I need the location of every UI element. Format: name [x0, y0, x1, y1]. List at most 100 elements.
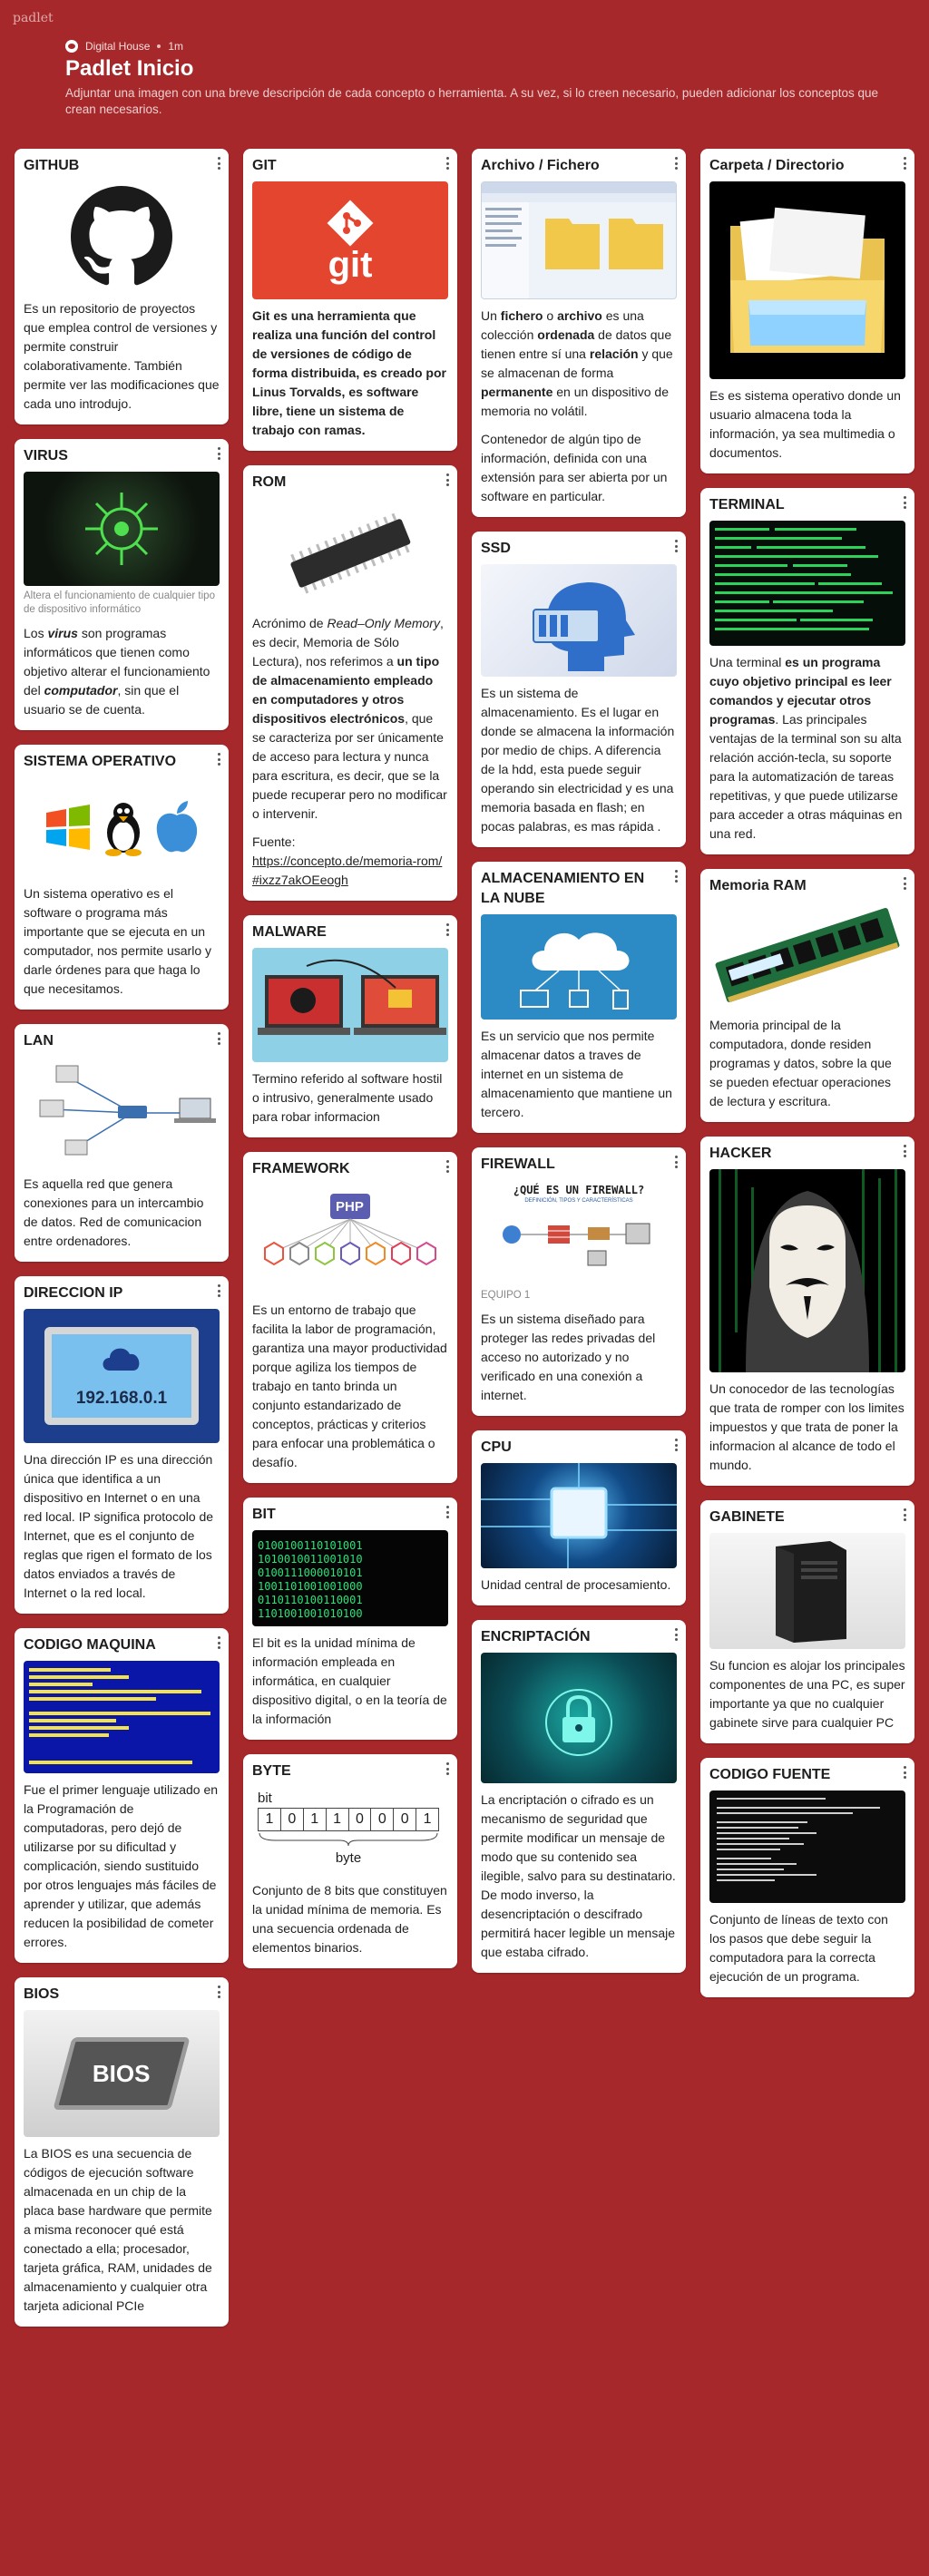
lock-icon — [545, 1689, 612, 1756]
more-options-icon[interactable] — [218, 447, 221, 460]
card-hacker[interactable]: HACKER Un conocedor de las tecnologías q… — [700, 1137, 914, 1486]
bit-cell: 1 — [325, 1809, 348, 1830]
card-framework[interactable]: FRAMEWORK PHP Es un entorno de trabajo q… — [243, 1152, 457, 1483]
author-avatar — [65, 40, 78, 53]
card-gabinete[interactable]: GABINETE Su funcion es alojar los princi… — [700, 1500, 914, 1743]
card-byte[interactable]: BYTE bit 10110001 byte Conjunto de 8 bit… — [243, 1754, 457, 1968]
code-lines-icon — [29, 1668, 210, 1764]
card-malware[interactable]: MALWARE Termino referido al software hos… — [243, 915, 457, 1137]
malware-image — [252, 948, 448, 1062]
card-body: Memoria principal de la computadora, don… — [709, 1018, 892, 1108]
pc-case-image — [709, 1533, 905, 1649]
card-terminal[interactable]: TERMINAL Una terminal es un programa cuy… — [700, 488, 914, 854]
card-ssd[interactable]: SSD Es un sistema de almacenamiento. Es … — [472, 532, 686, 847]
more-options-icon[interactable] — [675, 1439, 679, 1451]
card-codigo-maquina[interactable]: CODIGO MAQUINA Fue el primer lenguaje ut… — [15, 1628, 229, 1963]
more-options-icon[interactable] — [675, 1628, 679, 1641]
more-options-icon[interactable] — [446, 923, 450, 936]
more-options-icon[interactable] — [218, 1986, 221, 1998]
head-ssd-icon — [533, 582, 635, 671]
ssd-image — [481, 564, 677, 677]
card-carpeta-directorio[interactable]: Carpeta / Directorio Es es sistema opera… — [700, 149, 914, 473]
card-git[interactable]: GIT git Git es una herramienta que reali… — [243, 149, 457, 451]
more-options-icon[interactable] — [446, 1160, 450, 1173]
hacker-image — [709, 1169, 905, 1372]
more-options-icon[interactable] — [218, 1636, 221, 1649]
card-title: CODIGO FUENTE — [709, 1767, 831, 1782]
card-cpu[interactable]: CPU Unidad central de procesamiento. — [472, 1430, 686, 1605]
card-body: Git es una herramienta que realiza una f… — [252, 308, 446, 437]
virus-icon — [85, 493, 158, 565]
more-options-icon[interactable] — [218, 157, 221, 170]
more-options-icon[interactable] — [675, 1156, 679, 1168]
more-options-icon[interactable] — [218, 1032, 221, 1045]
more-options-icon[interactable] — [675, 157, 679, 170]
more-options-icon[interactable] — [218, 753, 221, 766]
more-options-icon[interactable] — [446, 473, 450, 486]
bios-chip-label: BIOS — [93, 2059, 151, 2087]
more-options-icon[interactable] — [446, 1506, 450, 1518]
card-title: SISTEMA OPERATIVO — [24, 754, 177, 769]
bit-cell: 1 — [416, 1809, 438, 1830]
ip-laptop-image: 192.168.0.1 — [24, 1309, 220, 1443]
more-options-icon[interactable] — [904, 157, 907, 170]
cloud-devices-icon — [520, 932, 630, 1010]
card-title: LAN — [24, 1033, 54, 1049]
more-options-icon[interactable] — [446, 157, 450, 170]
more-options-icon[interactable] — [218, 1284, 221, 1297]
more-options-icon[interactable] — [904, 1145, 907, 1157]
card-archivo-fichero[interactable]: Archivo / Fichero Un fichero o archivo e… — [472, 149, 686, 517]
file-explorer-image — [481, 181, 677, 299]
card-body: Unidad central de procesamiento. — [481, 1577, 671, 1592]
more-options-icon[interactable] — [904, 1766, 907, 1779]
card-rom[interactable]: ROM Acrónimo de Read–Only Memory, es dec… — [243, 465, 457, 901]
card-body: La BIOS es una secuencia de códigos de e… — [24, 2146, 212, 2313]
card-bios[interactable]: BIOS BIOS La BIOS es una secuencia de có… — [15, 1977, 229, 2327]
card-almacenamiento-nube[interactable]: ALMACENAMIENTO EN LA NUBE Es un servicio… — [472, 862, 686, 1133]
card-body: Conjunto de 8 bits que constituyen la un… — [252, 1883, 447, 1955]
php-label: PHP — [336, 1199, 364, 1215]
card-title: DIRECCION IP — [24, 1285, 123, 1301]
network-diagram-icon — [39, 1065, 216, 1156]
padlet-logo[interactable]: padlet — [13, 11, 54, 25]
card-sistema-operativo[interactable]: SISTEMA OPERATIVO Un sistema operativo e… — [15, 745, 229, 1010]
lan-diagram-image — [24, 1057, 220, 1167]
ip-address-text: 192.168.0.1 — [75, 1389, 168, 1408]
card-body: Los virus son programas informáticos que… — [24, 626, 210, 717]
card-memoria-ram[interactable]: Memoria RAM Memoria principal de la comp… — [700, 869, 914, 1122]
more-options-icon[interactable] — [675, 870, 679, 883]
card-encriptacion[interactable]: ENCRIPTACIÓN La encriptación o cifrado e… — [472, 1620, 686, 1973]
column-4: Carpeta / Directorio Es es sistema opera… — [700, 149, 914, 2012]
more-options-icon[interactable] — [904, 1508, 907, 1521]
more-options-icon[interactable] — [904, 877, 907, 890]
card-title: ROM — [252, 474, 287, 490]
terminal-image — [709, 521, 905, 646]
linux-tux-icon — [105, 803, 142, 856]
git-icon — [327, 200, 374, 247]
bit-cell: 1 — [302, 1809, 326, 1830]
more-options-icon[interactable] — [675, 540, 679, 552]
ram-image — [709, 902, 905, 1009]
card-virus[interactable]: VIRUS Altera el funcionamiento de cualqu… — [15, 439, 229, 730]
card-body: Conjunto de líneas de texto con los paso… — [709, 1912, 888, 1984]
source-link[interactable]: https://concepto.de/memoria-rom/#ixzz7ak… — [252, 852, 448, 890]
bios-chip-image: BIOS — [24, 2010, 220, 2137]
card-body: Es es sistema operativo donde un usuario… — [709, 388, 901, 460]
card-body: Una terminal es un programa cuyo objetiv… — [709, 655, 903, 841]
card-title: GITHUB — [24, 158, 80, 173]
card-github[interactable]: GITHUB Es un repositorio de proyectos qu… — [15, 149, 229, 424]
more-options-icon[interactable] — [446, 1762, 450, 1775]
card-direccion-ip[interactable]: DIRECCION IP 192.168.0.1 Una dirección I… — [15, 1276, 229, 1614]
card-firewall[interactable]: FIREWALL ¿QUÉ ES UN FIREWALL? DEFINICIÓN… — [472, 1147, 686, 1416]
firewall-image-title: ¿QUÉ ES UN FIREWALL? — [513, 1184, 645, 1196]
cloud-storage-image — [481, 914, 677, 1020]
card-bit[interactable]: BIT 0100100110101001 1010010011001010 01… — [243, 1498, 457, 1740]
column-2: GIT git Git es una herramienta que reali… — [243, 149, 457, 1983]
card-body: Termino referido al software hostil o in… — [252, 1071, 443, 1124]
card-codigo-fuente[interactable]: CODIGO FUENTE Conjunto de líneas de text… — [700, 1758, 914, 1997]
card-body: Un sistema operativo es el software o pr… — [24, 886, 211, 996]
github-logo-image — [24, 181, 220, 292]
more-options-icon[interactable] — [904, 496, 907, 509]
card-lan[interactable]: LAN Es aquella red que genera conexiones… — [15, 1024, 229, 1262]
git-wordmark: git — [328, 245, 373, 285]
